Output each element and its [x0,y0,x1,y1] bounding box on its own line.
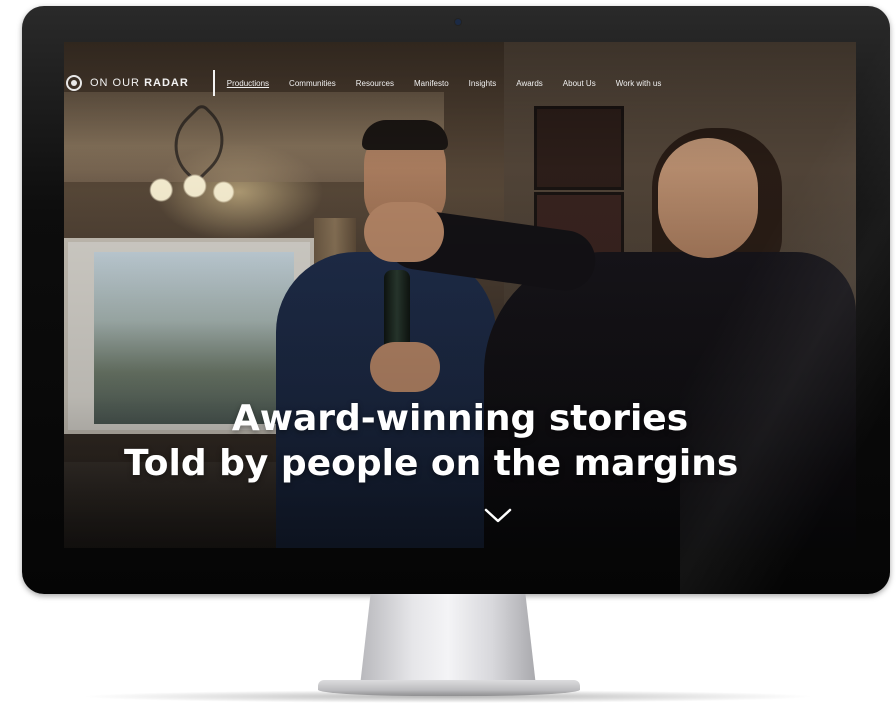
nav-item-about-us[interactable]: About Us [563,79,596,88]
logo-text: ON OUR RADAR [90,77,189,89]
nav-item-communities[interactable]: Communities [289,79,336,88]
top-nav: ON OUR RADAR Productions Communities Res… [64,66,856,100]
monitor-stand-neck [360,594,536,686]
website-screen: ON OUR RADAR Productions Communities Res… [64,42,856,548]
nav-links: Productions Communities Resources Manife… [227,79,682,88]
nav-item-productions[interactable]: Productions [227,79,269,88]
nav-item-work-with-us[interactable]: Work with us [616,79,662,88]
radar-logo-icon [66,75,82,91]
chevron-down-icon[interactable] [484,508,512,524]
nav-item-manifesto[interactable]: Manifesto [414,79,449,88]
floor-shadow [80,690,816,703]
nav-divider [212,70,215,96]
site-logo[interactable]: ON OUR RADAR [66,75,189,91]
logo-prefix: ON OUR [90,77,140,89]
monitor-bezel: ON OUR RADAR Productions Communities Res… [22,6,890,594]
nav-item-awards[interactable]: Awards [516,79,543,88]
logo-bold: RADAR [144,77,189,89]
webcam-dot [455,19,461,25]
hero-line-2: Told by people on the margins [124,443,739,484]
hero-line-1: Award-winning stories [231,398,689,439]
hero-headline: Award-winning stories Told by people on … [64,396,856,486]
nav-item-insights[interactable]: Insights [469,79,497,88]
nav-item-resources[interactable]: Resources [356,79,394,88]
